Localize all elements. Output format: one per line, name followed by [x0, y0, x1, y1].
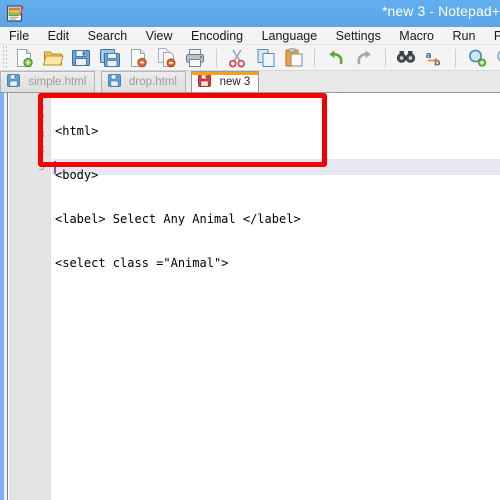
- line-number: 5: [38, 160, 45, 173]
- new-file-icon[interactable]: [13, 47, 35, 69]
- menu-item-edit[interactable]: Edit: [41, 27, 77, 44]
- editor-left-edge: [4, 93, 8, 500]
- editor-area[interactable]: 1 2 3 4 5 <html> <body> <label> Select A…: [0, 93, 500, 500]
- tab-label: new 3: [219, 76, 251, 88]
- unsaved-file-icon: [198, 74, 212, 87]
- toolbar-separator: [215, 49, 217, 67]
- document-tab-bar: simple.html drop.html new 3: [0, 71, 500, 93]
- saved-file-icon: [107, 74, 121, 87]
- menu-item-settings[interactable]: Settings: [329, 27, 388, 44]
- line-number: 1: [38, 96, 45, 109]
- toolbar-separator: [314, 49, 316, 67]
- replace-icon[interactable]: a b: [424, 47, 446, 69]
- menu-item-view[interactable]: View: [139, 27, 180, 44]
- code-line[interactable]: <label> Select Any Animal </label>: [52, 211, 500, 227]
- toolbar-separator: [384, 49, 386, 67]
- title-bar: *new 3 - Notepad+: [0, 0, 500, 27]
- svg-text:a: a: [425, 51, 431, 61]
- menu-bar: File Edit Search View Encoding Language …: [0, 27, 500, 45]
- redo-icon[interactable]: [353, 47, 375, 69]
- zoom-out-icon[interactable]: [494, 47, 500, 69]
- menu-item-file[interactable]: File: [2, 27, 36, 44]
- menu-item-language[interactable]: Language: [255, 27, 325, 44]
- line-number: 2: [38, 112, 45, 125]
- notepad-plus-plus-window: *new 3 - Notepad+ File Edit Search View …: [0, 0, 500, 500]
- toolbar-separator: [455, 49, 457, 67]
- line-number-list: 1 2 3 4 5: [9, 95, 45, 175]
- tab-new-3[interactable]: new 3: [191, 71, 260, 92]
- code-line[interactable]: [52, 299, 500, 315]
- window-title: *new 3 - Notepad+: [381, 3, 500, 19]
- tab-simple-html[interactable]: simple.html: [0, 71, 96, 92]
- print-icon[interactable]: [184, 47, 206, 69]
- menu-item-run[interactable]: Run: [445, 27, 482, 44]
- copy-icon[interactable]: [255, 47, 277, 69]
- open-file-icon[interactable]: [42, 47, 64, 69]
- undo-icon[interactable]: [325, 47, 347, 69]
- zoom-in-icon[interactable]: [466, 47, 488, 69]
- saved-file-icon: [7, 74, 20, 87]
- menu-item-plugins[interactable]: Plugins: [487, 27, 500, 44]
- line-number: 4: [38, 144, 45, 157]
- find-icon[interactable]: [395, 47, 417, 69]
- menu-item-encoding[interactable]: Encoding: [184, 27, 250, 44]
- tab-label: simple.html: [28, 76, 87, 88]
- text-caret: [54, 161, 56, 174]
- code-line[interactable]: <select class ="Animal">: [52, 255, 500, 271]
- notepad-plus-plus-icon: [6, 4, 25, 23]
- paste-icon[interactable]: [283, 47, 305, 69]
- menu-item-macro[interactable]: Macro: [392, 27, 441, 44]
- toolbar: a b: [0, 45, 500, 71]
- save-icon[interactable]: [70, 47, 92, 69]
- cut-icon[interactable]: [226, 47, 248, 69]
- code-line[interactable]: <html>: [52, 123, 500, 139]
- close-all-icon[interactable]: [156, 47, 178, 69]
- menu-item-search[interactable]: Search: [81, 27, 135, 44]
- toolbar-grip[interactable]: [1, 46, 7, 68]
- line-number: 3: [38, 128, 45, 141]
- save-all-icon[interactable]: [99, 47, 121, 69]
- tab-label: drop.html: [129, 76, 177, 88]
- code-content[interactable]: <html> <body> <label> Select Any Animal …: [52, 95, 500, 343]
- close-file-icon[interactable]: [127, 47, 149, 69]
- code-line[interactable]: <body>: [52, 167, 500, 183]
- tab-drop-html[interactable]: drop.html: [100, 71, 186, 92]
